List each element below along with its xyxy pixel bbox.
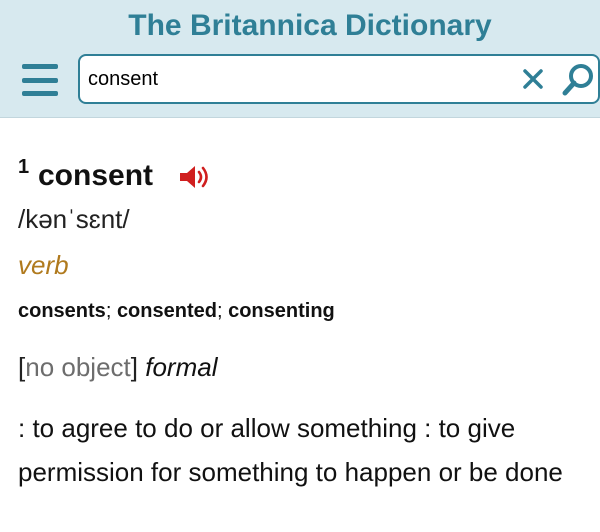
part-of-speech-link[interactable]: verb bbox=[18, 250, 69, 281]
menu-button[interactable] bbox=[22, 64, 58, 96]
search-icon bbox=[562, 64, 593, 96]
inflection-form: consents bbox=[18, 300, 106, 322]
app-title: The Britannica Dictionary bbox=[128, 9, 492, 42]
inflection-form: consented bbox=[116, 300, 217, 322]
pronunciation: /kənˈsɛnt/ bbox=[18, 204, 130, 234]
speaker-icon bbox=[180, 166, 208, 188]
app-header: The Britannica Dictionary bbox=[0, 0, 600, 118]
usage-label: formal bbox=[145, 352, 218, 382]
search-input[interactable] bbox=[88, 64, 508, 94]
usage-note: [no object] formal bbox=[18, 352, 218, 382]
dictionary-entry: 1 consent /kənˈsɛnt/ verb consents; cons… bbox=[18, 152, 588, 487]
headword-row: 1 consent bbox=[18, 152, 588, 200]
search-button[interactable] bbox=[558, 60, 598, 100]
play-pronunciation-button[interactable] bbox=[178, 162, 212, 192]
definition-text: : to agree to do or allow something : to… bbox=[18, 413, 563, 487]
homograph-number: 1 bbox=[18, 156, 30, 178]
inflection-form: consenting bbox=[228, 300, 335, 322]
search-box bbox=[78, 54, 600, 104]
hamburger-menu-icon bbox=[22, 64, 58, 69]
close-icon bbox=[523, 69, 543, 89]
clear-search-button[interactable] bbox=[518, 64, 548, 94]
inflections: consents; consented; consenting bbox=[18, 300, 335, 322]
headword: consent bbox=[38, 159, 154, 192]
grammar-note: no object bbox=[25, 352, 131, 382]
